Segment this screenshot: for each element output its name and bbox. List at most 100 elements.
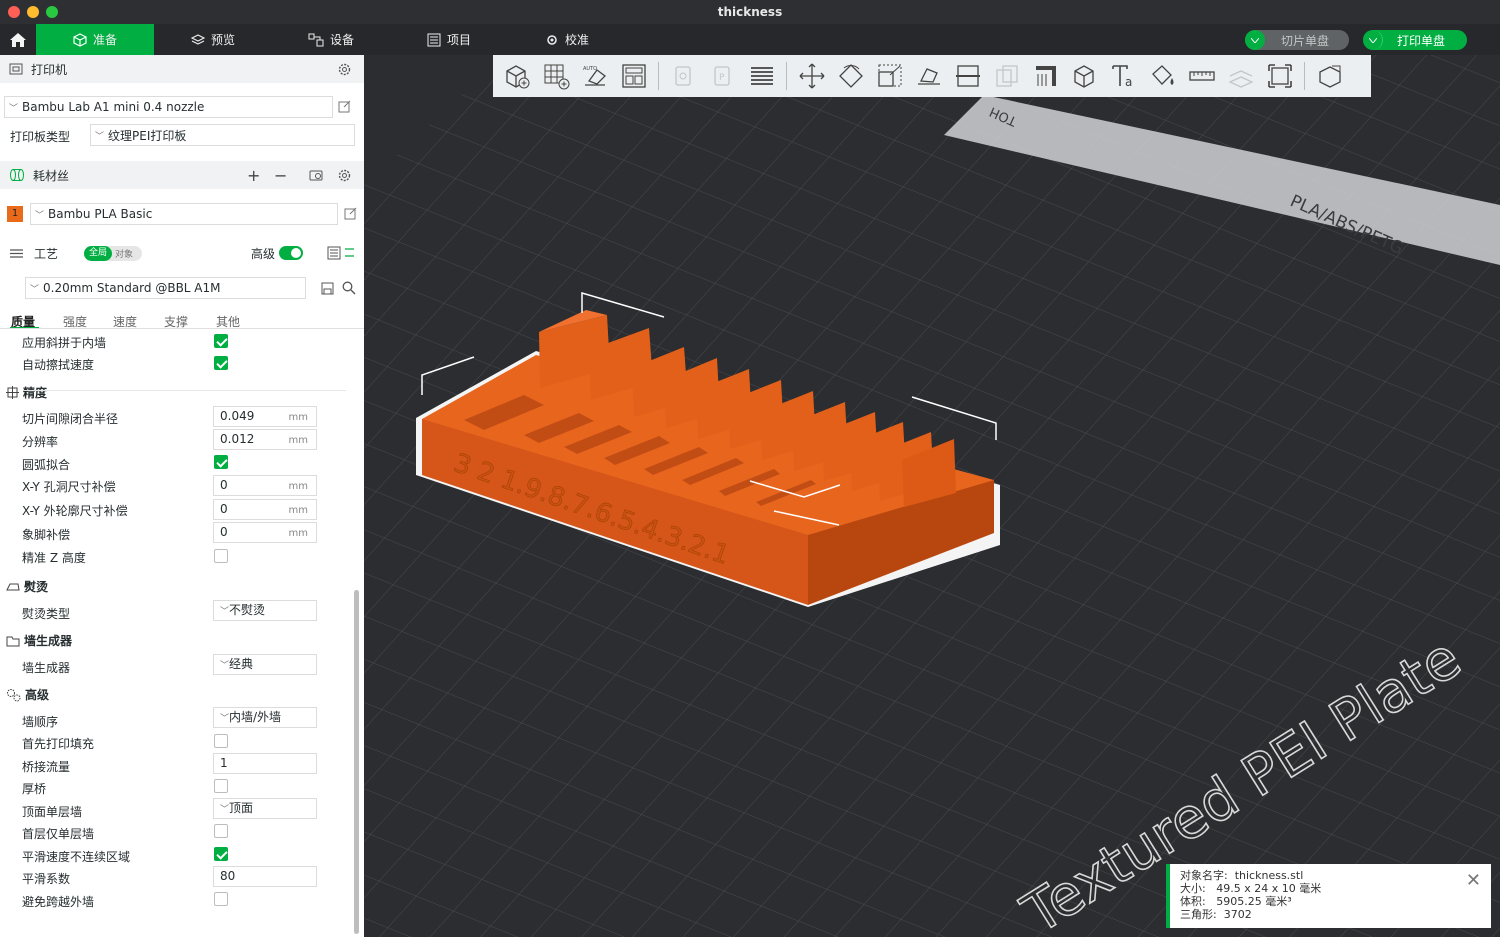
slice-plate-button[interactable]: 切片单盘 <box>1245 30 1349 50</box>
save-icon[interactable] <box>321 282 334 295</box>
scope-object[interactable]: 对象 <box>112 247 133 260</box>
scope-global[interactable]: 全局 <box>84 246 113 261</box>
gear-icon[interactable] <box>337 168 352 183</box>
filament-slot-badge[interactable]: 1 <box>7 206 23 222</box>
3d-viewport[interactable]: PLA/ABS/PETG HOT Textured PEI Plate 3 2 … <box>364 55 1500 937</box>
minimize-window-button[interactable] <box>27 6 39 18</box>
rotate-button[interactable] <box>831 58 870 94</box>
plate-type-select[interactable]: ﹀ 纹理PEI打印板 <box>90 124 355 146</box>
fit-view-button[interactable] <box>1260 58 1299 94</box>
process-preset-select[interactable]: ﹀ 0.20mm Standard @BBL A1M <box>25 277 306 299</box>
scope-toggle[interactable]: 全局 对象 <box>84 246 142 261</box>
elephant-foot-input[interactable]: 0 mm <box>213 522 317 543</box>
close-window-button[interactable] <box>8 6 20 18</box>
add-plate-button[interactable] <box>536 58 575 94</box>
printer-select[interactable]: ﹀ Bambu Lab A1 mini 0.4 nozzle <box>4 96 333 118</box>
split-parts-button[interactable]: P <box>703 58 742 94</box>
avoid-crossing-wall-checkbox[interactable] <box>214 892 228 906</box>
add-object-button[interactable] <box>497 58 536 94</box>
edit-icon[interactable] <box>344 207 357 220</box>
assembly-button[interactable] <box>1221 58 1260 94</box>
settings-sidebar: 打印机 ﹀ Bambu Lab A1 mini 0.4 nozzle 打印板类型 … <box>0 55 364 937</box>
arrange-button[interactable] <box>614 58 653 94</box>
tab-device[interactable]: 设备 <box>272 24 390 55</box>
explode-view-button[interactable] <box>1310 58 1349 94</box>
edit-icon[interactable] <box>338 100 351 113</box>
split-objects-icon <box>674 66 691 86</box>
slice-dropdown[interactable] <box>1245 30 1265 50</box>
move-button[interactable] <box>792 58 831 94</box>
measure-button[interactable] <box>1182 58 1221 94</box>
layer-editing-button[interactable] <box>742 58 781 94</box>
boolean-icon <box>995 65 1018 87</box>
setting-label: 顶面单层墙 <box>22 805 83 819</box>
print-plate-button[interactable]: 打印单盘 <box>1363 30 1467 50</box>
advanced-toggle[interactable] <box>279 246 303 260</box>
zoom-window-button[interactable] <box>46 6 58 18</box>
lay-on-face-button[interactable] <box>909 58 948 94</box>
printer-section-header: 打印机 <box>0 55 364 83</box>
svg-text:a: a <box>1125 75 1132 89</box>
scale-button[interactable] <box>870 58 909 94</box>
filament-select[interactable]: ﹀ Bambu PLA Basic <box>30 203 338 225</box>
seam-paint-button[interactable] <box>1065 58 1104 94</box>
first-layer-one-wall-checkbox[interactable] <box>214 824 228 838</box>
gap-closing-radius-input[interactable]: 0.049 mm <box>213 406 317 427</box>
gear-icon[interactable] <box>337 62 352 77</box>
object-volume: 5905.25 毫米³ <box>1216 895 1292 908</box>
boolean-button[interactable] <box>987 58 1026 94</box>
smooth-speed-checkbox[interactable] <box>214 847 228 861</box>
bevel-inner-wall-checkbox[interactable] <box>214 334 228 348</box>
setting-label: 分辨率 <box>22 435 59 449</box>
add-cube-icon <box>505 65 529 89</box>
setting-label: 象脚补偿 <box>22 528 71 542</box>
precise-z-checkbox[interactable] <box>214 549 228 563</box>
text-tool-button[interactable]: a <box>1104 58 1143 94</box>
add-filament-button[interactable]: + <box>247 166 260 185</box>
split-objects-button[interactable] <box>664 58 703 94</box>
crosshair-icon <box>6 386 19 399</box>
tab-prepare[interactable]: 准备 <box>36 24 154 55</box>
thick-bridges-checkbox[interactable] <box>214 779 228 793</box>
setting-label: 自动擦拭速度 <box>22 358 95 372</box>
tab-project[interactable]: 项目 <box>390 24 508 55</box>
color-paint-button[interactable] <box>1143 58 1182 94</box>
setting-label: 避免跨越外墙 <box>22 895 95 909</box>
tab-calibration[interactable]: 校准 <box>508 24 626 55</box>
settings-scrollbar[interactable] <box>354 590 359 934</box>
build-plate-scene[interactable]: PLA/ABS/PETG HOT Textured PEI Plate 3 2 … <box>364 55 1500 937</box>
search-icon[interactable] <box>342 281 356 295</box>
home-button[interactable] <box>0 24 36 55</box>
xy-hole-compensation-input[interactable]: 0 mm <box>213 475 317 496</box>
auto-orient-button[interactable]: AUTO <box>575 58 614 94</box>
resolution-input[interactable]: 0.012 mm <box>213 429 317 450</box>
wall-generator-select[interactable]: ﹀经典 <box>213 654 317 675</box>
assembly-icon <box>1227 70 1254 88</box>
printer-icon <box>9 63 23 75</box>
support-paint-button[interactable] <box>1026 58 1065 94</box>
arc-fitting-checkbox[interactable] <box>214 455 228 469</box>
xy-contour-compensation-input[interactable]: 0 mm <box>213 499 317 520</box>
remove-filament-button[interactable]: − <box>274 166 287 185</box>
layers-stack-icon <box>750 67 773 85</box>
tab-preview[interactable]: 预览 <box>154 24 272 55</box>
infill-first-checkbox[interactable] <box>214 734 228 748</box>
cut-button[interactable] <box>948 58 987 94</box>
auto-wipe-speed-checkbox[interactable] <box>214 356 228 370</box>
project-icon <box>427 33 441 46</box>
setting-label: 首层仅单层墙 <box>22 827 95 841</box>
arrange-icon <box>621 64 646 88</box>
ironing-type-select[interactable]: ﹀不熨烫 <box>213 600 317 621</box>
compare-icon[interactable] <box>327 246 357 260</box>
wall-order-select[interactable]: ﹀内墙/外墙 <box>213 707 317 728</box>
cut-icon <box>955 65 980 87</box>
close-icon[interactable]: ✕ <box>1466 870 1481 891</box>
smooth-coefficient-input[interactable]: 80 <box>213 866 317 887</box>
filament-sync-icon[interactable] <box>309 168 324 182</box>
top-one-wall-select[interactable]: ﹀顶面 <box>213 798 317 819</box>
home-icon <box>10 32 26 47</box>
bridge-flow-input[interactable]: 1 <box>213 753 317 774</box>
subtab-divider <box>0 328 364 329</box>
print-dropdown[interactable] <box>1363 30 1383 50</box>
setting-label: X-Y 外轮廓尺寸补偿 <box>22 504 128 518</box>
